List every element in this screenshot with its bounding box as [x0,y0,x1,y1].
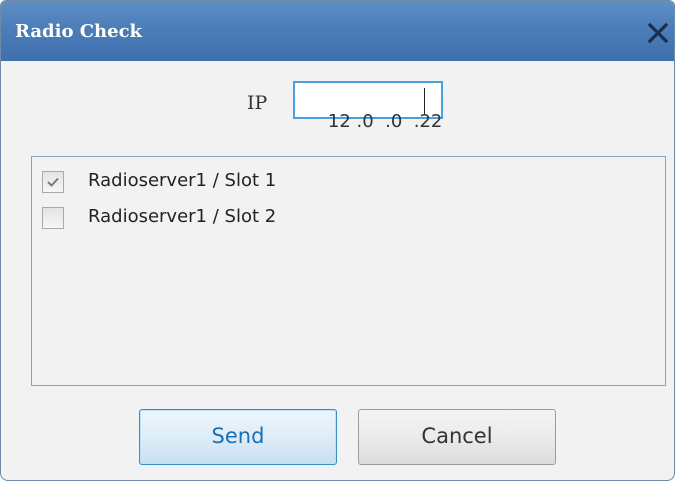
dialog-title: Radio Check [15,21,143,42]
send-button[interactable]: Send [139,409,337,465]
close-button[interactable] [644,19,672,47]
slot-1-checkbox[interactable] [42,171,64,193]
text-caret [424,88,425,114]
slot-2-checkbox[interactable] [42,207,64,229]
radio-slot-list[interactable]: Radioserver1 / Slot 1 Radioserver1 / Slo… [31,156,666,386]
slot-1-label: Radioserver1 / Slot 1 [88,170,277,191]
cancel-button[interactable]: Cancel [358,409,556,465]
ip-address-value: 12 .0 .0 .22 [327,111,443,132]
close-icon [647,22,669,44]
slot-2-label: Radioserver1 / Slot 2 [88,206,277,227]
title-bar[interactable]: Radio Check [1,1,674,61]
ip-address-input[interactable]: 12 .0 .0 .22 [293,81,443,132]
checkmark-icon [47,177,59,187]
radio-check-dialog: Radio Check IP 12 .0 .0 .22 Radioserver1… [0,0,675,481]
ip-label: IP [247,92,268,114]
